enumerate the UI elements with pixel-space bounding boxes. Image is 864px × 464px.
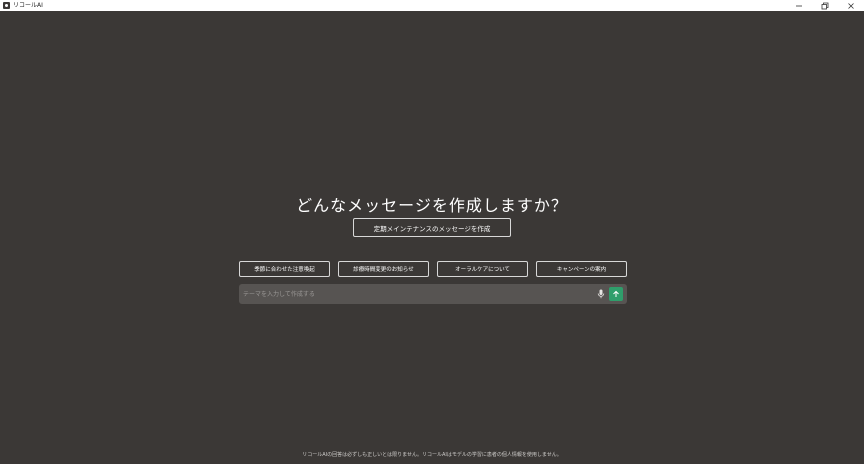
microphone-icon xyxy=(597,289,605,299)
send-button[interactable] xyxy=(609,287,623,301)
prompt-bar xyxy=(239,284,627,304)
app-logo-icon xyxy=(3,2,10,9)
suggestion-chips: 季節に合わせた注意喚起 診療時間変更のお知らせ オーラルケアについて キャンペー… xyxy=(239,261,627,277)
theme-input[interactable] xyxy=(243,287,583,301)
restore-icon xyxy=(821,2,829,9)
page-heading: どんなメッセージを作成しますか？ xyxy=(296,196,568,215)
maximize-button[interactable] xyxy=(812,0,838,11)
footer-disclaimer: リコールAIの回答は必ずしも正しいとは限りません。リコールAIはモデルの学習に患… xyxy=(302,452,562,458)
minimize-icon xyxy=(796,5,802,6)
close-icon xyxy=(848,2,854,9)
minimize-button[interactable] xyxy=(786,0,812,11)
arrow-up-icon xyxy=(613,290,619,297)
microphone-button[interactable] xyxy=(596,288,606,300)
suggestion-chip-hours-change[interactable]: 診療時間変更のお知らせ xyxy=(338,261,429,277)
window-title: リコールAI xyxy=(13,2,43,9)
suggestion-chip-oral-care[interactable]: オーラルケアについて xyxy=(437,261,528,277)
suggestion-chip-campaign[interactable]: キャンペーンの案内 xyxy=(536,261,627,277)
suggestion-chip-seasonal[interactable]: 季節に合わせた注意喚起 xyxy=(239,261,330,277)
title-bar: リコールAI xyxy=(0,0,864,11)
window-controls xyxy=(786,0,864,11)
create-maintenance-message-button[interactable]: 定期メインテナンスのメッセージを作成 xyxy=(353,218,511,237)
close-button[interactable] xyxy=(838,0,864,11)
